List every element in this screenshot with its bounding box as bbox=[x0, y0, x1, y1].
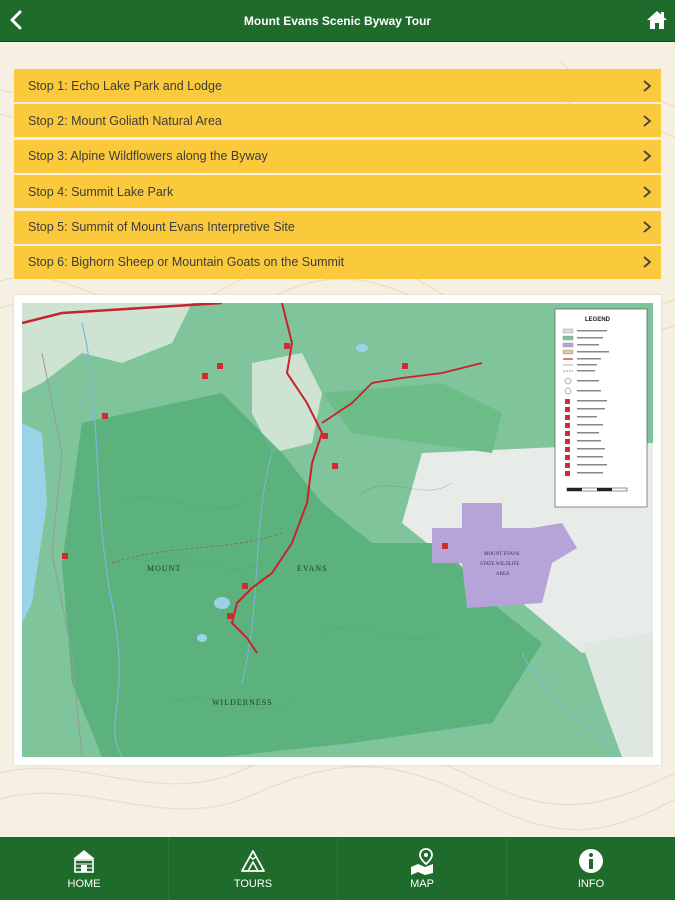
tab-label: INFO bbox=[577, 878, 605, 890]
map-label-evans: EVANS bbox=[297, 564, 328, 573]
area-map[interactable]: MOUNT EVANS WILDERNESS MOUNT EVANS STATE… bbox=[22, 303, 653, 757]
tab-info[interactable]: INFO bbox=[507, 837, 675, 900]
stop-label: Stop 6: Bighorn Sheep or Mountain Goats … bbox=[28, 255, 345, 270]
tab-tours[interactable]: TOURS bbox=[169, 837, 338, 900]
stop-item-1[interactable]: Stop 1: Echo Lake Park and Lodge bbox=[14, 69, 661, 102]
chevron-right-icon bbox=[643, 115, 652, 127]
map-label-park-1: MOUNT EVANS bbox=[484, 552, 520, 557]
tab-label: TOURS bbox=[233, 878, 273, 890]
stop-item-6[interactable]: Stop 6: Bighorn Sheep or Mountain Goats … bbox=[14, 245, 661, 279]
map-label-wilderness: WILDERNESS bbox=[212, 698, 273, 707]
stop-item-3[interactable]: Stop 3: Alpine Wildflowers along the Byw… bbox=[14, 139, 661, 173]
info-icon bbox=[579, 849, 603, 873]
tab-label: HOME bbox=[67, 878, 101, 890]
map-label-park-3: AREA bbox=[496, 572, 510, 577]
mountain-icon bbox=[241, 850, 265, 872]
legend-title: LEGEND bbox=[585, 317, 611, 323]
chevron-right-icon bbox=[643, 79, 652, 92]
map-label-mount: MOUNT bbox=[147, 564, 181, 573]
map-graphic: MOUNT EVANS WILDERNESS MOUNT EVANS STATE… bbox=[22, 303, 653, 757]
stop-label: Stop 3: Alpine Wildflowers along the Byw… bbox=[28, 149, 268, 164]
chevron-right-icon bbox=[643, 221, 652, 233]
map-label-park-2: STATE WILDLIFE bbox=[480, 562, 519, 567]
stop-label: Stop 5: Summit of Mount Evans Interpreti… bbox=[28, 220, 295, 235]
tab-map[interactable]: MAP bbox=[338, 837, 507, 900]
stop-label: Stop 2: Mount Goliath Natural Area bbox=[28, 113, 222, 128]
app-header: Mount Evans Scenic Byway Tour bbox=[0, 0, 675, 42]
chevron-right-icon bbox=[643, 185, 652, 198]
cabin-icon bbox=[73, 850, 95, 873]
tab-label: MAP bbox=[410, 878, 434, 890]
stop-label: Stop 1: Echo Lake Park and Lodge bbox=[28, 78, 222, 93]
map-card: MOUNT EVANS WILDERNESS MOUNT EVANS STATE… bbox=[14, 295, 661, 765]
stop-item-2[interactable]: Stop 2: Mount Goliath Natural Area bbox=[14, 104, 661, 138]
stop-list: Stop 1: Echo Lake Park and Lodge Stop 2:… bbox=[14, 69, 661, 281]
stop-item-5[interactable]: Stop 5: Summit of Mount Evans Interpreti… bbox=[14, 210, 661, 244]
map-legend: LEGEND bbox=[554, 308, 648, 508]
bottom-tab-bar: HOME TOURS MAP INFO bbox=[0, 837, 675, 900]
map-pin-icon bbox=[411, 848, 433, 875]
page-title: Mount Evans Scenic Byway Tour bbox=[243, 13, 432, 28]
stop-label: Stop 4: Summit Lake Park bbox=[28, 184, 174, 199]
back-chevron-icon[interactable] bbox=[6, 8, 28, 32]
home-icon[interactable] bbox=[645, 8, 669, 32]
tab-home[interactable]: HOME bbox=[0, 837, 169, 900]
chevron-right-icon bbox=[643, 150, 652, 162]
stop-item-4[interactable]: Stop 4: Summit Lake Park bbox=[14, 175, 661, 209]
chevron-right-icon bbox=[643, 256, 652, 269]
